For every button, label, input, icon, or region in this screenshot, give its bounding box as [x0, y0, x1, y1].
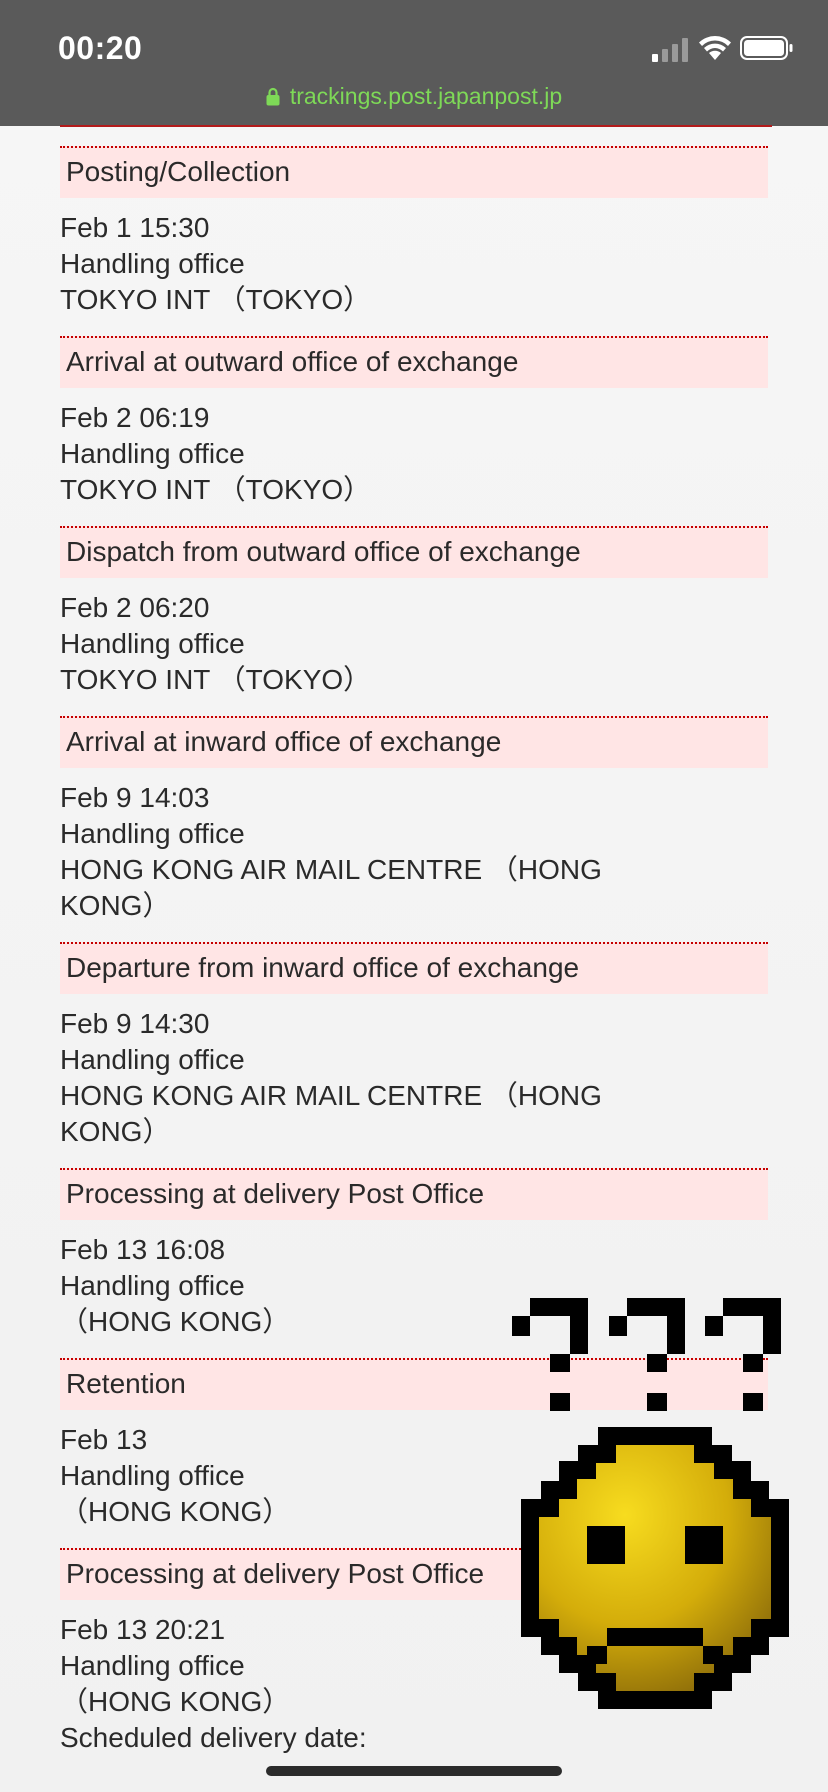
clock-time: 00:20 — [58, 30, 143, 66]
handling-office-name: HONG KONG AIR MAIL CENTRE （HONG KONG） — [60, 854, 602, 921]
event-status: Arrival at inward office of exchange — [60, 716, 768, 768]
event-datetime: Feb 9 14:30 — [60, 1008, 210, 1039]
event-status: Dispatch from outward office of exchange — [60, 526, 768, 578]
tracking-event: Arrival at inward office of exchange Feb… — [60, 716, 768, 942]
handling-office-name: TOKYO INT （TOKYO） — [60, 284, 372, 315]
event-datetime: Feb 9 14:03 — [60, 782, 210, 813]
section-top-rule — [60, 125, 772, 127]
lock-icon — [266, 87, 280, 105]
tracking-event: Dispatch from outward office of exchange… — [60, 526, 768, 716]
handling-office-name: TOKYO INT （TOKYO） — [60, 664, 372, 695]
event-datetime: Feb 2 06:20 — [60, 592, 210, 623]
event-status: Arrival at outward office of exchange — [60, 336, 768, 388]
handling-office-label: Handling office — [60, 628, 245, 659]
event-datetime: Feb 2 06:19 — [60, 402, 210, 433]
address-bar[interactable]: trackings.post.japanpost.jp — [0, 78, 828, 114]
handling-office-label: Handling office — [60, 248, 245, 279]
handling-office-label: Handling office — [60, 1044, 245, 1075]
handling-office-name: HONG KONG AIR MAIL CENTRE （HONG KONG） — [60, 1080, 602, 1147]
event-datetime: Feb 1 15:30 — [60, 212, 210, 243]
url-text[interactable]: trackings.post.japanpost.jp — [290, 83, 562, 110]
handling-office-label: Handling office — [60, 438, 245, 469]
handling-office-label: Handling office — [60, 818, 245, 849]
battery-icon — [740, 36, 793, 60]
tracking-event: Posting/Collection Feb 1 15:30 Handling … — [60, 146, 768, 336]
cellular-signal-icon — [652, 38, 688, 62]
tracking-event: Arrival at outward office of exchange Fe… — [60, 336, 768, 526]
tracking-event: Departure from inward office of exchange… — [60, 942, 768, 1168]
event-datetime: Feb 13 16:08 — [60, 1234, 226, 1265]
status-bar: 00:20 trackings.post.japanpost.jp — [0, 0, 828, 126]
handling-office-name: TOKYO INT （TOKYO） — [60, 474, 372, 505]
confused-smiley-icon — [512, 1298, 789, 1709]
home-indicator[interactable] — [266, 1766, 562, 1776]
wifi-icon — [699, 36, 731, 60]
event-status: Processing at delivery Post Office — [60, 1168, 768, 1220]
event-status: Posting/Collection — [60, 146, 768, 198]
event-status: Departure from inward office of exchange — [60, 942, 768, 994]
